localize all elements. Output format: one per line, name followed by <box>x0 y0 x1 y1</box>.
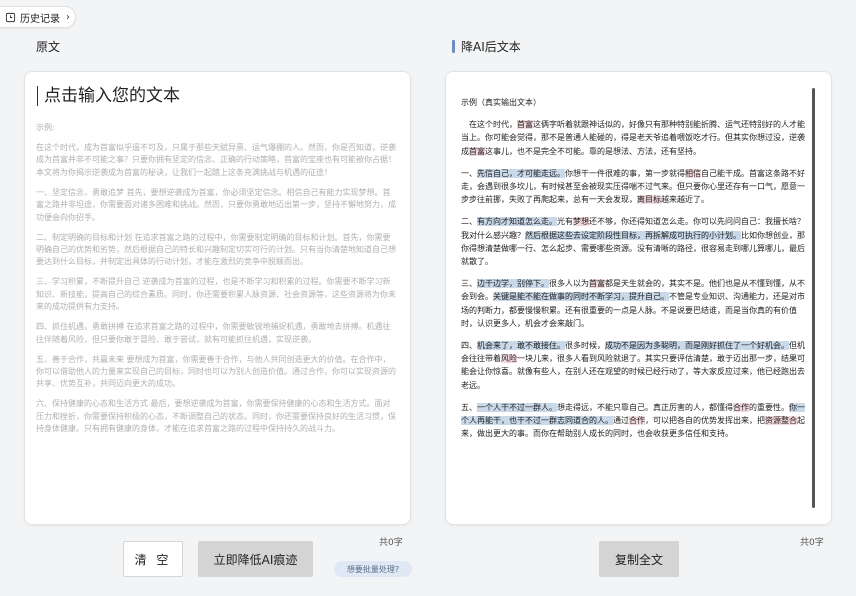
sample-paragraph: 二、制定明确的目标和计划 在追求首富之路的过程中，你需要制定明确的目标和计划。首… <box>36 232 396 267</box>
output-text: 示例（真实输出文本） 在这个时代，首富这俩字听着就跟神话似的，好像只有那种特别能… <box>461 96 811 449</box>
output-segment: 很多人以为 <box>549 279 589 289</box>
copy-all-button[interactable]: 复制全文 <box>599 541 679 577</box>
rewritten-highlight: 然后根据这些去设定阶段性目标，再拆解成可执行的小计划。 <box>525 230 741 240</box>
keyword-highlight: 首富 <box>517 120 533 130</box>
reduce-ai-button[interactable]: 立即降低AI痕迹 <box>198 541 313 577</box>
chevron-right-icon: › <box>66 11 70 23</box>
result-text-label-text: 降AI后文本 <box>461 40 521 54</box>
sample-text: 示例: 在这个时代，成为首富似乎遥不可及，只属于那些天赋异禀、运气爆棚的人。然而，… <box>36 122 398 443</box>
clear-button[interactable]: 清 空 <box>123 541 183 577</box>
sample-paragraph: 三、学习积累，不断提升自己 逆袭成为首富的过程，也是不断学习和积累的过程。你需要… <box>36 277 396 312</box>
keyword-highlight: 首富 <box>469 146 485 156</box>
output-segment: 你想干一件很难的事，第一步就得 <box>565 168 685 178</box>
input-placeholder[interactable]: 点击输入您的文本 <box>37 86 180 106</box>
output-segment: 示例（真实输出文本） <box>461 98 541 107</box>
output-paragraph: 五、一个人干不过一群人。想走得远，不能只靠自己。真正厉害的人，都懂得合作的重要性… <box>461 401 811 441</box>
output-paragraph: 四、机会来了，敢不敢接住。很多时候，成功不是因为多聪明，而是刚好抓住了一个好机会… <box>461 339 811 392</box>
sample-paragraph: 在这个时代，成为首富似乎遥不可及，只属于那些天赋异禀、运气爆棚的人。然而，你是否… <box>36 143 396 177</box>
output-paragraph: 一、先信自己，才可能走远。你想干一件很难的事，第一步就得相信自己能干成。首富这条… <box>461 167 811 207</box>
output-segment: 通过 <box>613 416 629 426</box>
input-panel[interactable]: 点击输入您的文本 示例: 在这个时代，成为首富似乎遥不可及，只属于那些天赋异禀、运… <box>24 71 411 525</box>
keyword-highlight: 资源整合 <box>765 416 797 426</box>
rewritten-highlight: 成功不是因为多聪明，而是刚好抓住了一个好机会。 <box>605 341 789 351</box>
keyword-highlight: 首富 <box>589 279 605 289</box>
history-label: 历史记录 <box>20 13 60 25</box>
rewritten-highlight: 关键是能不能在做事的同时不断学习，提升自己。 <box>493 292 669 302</box>
output-segment: 四、 <box>461 341 477 351</box>
keyword-highlight: 离目标 <box>637 195 661 205</box>
keyword-highlight: 合作 <box>629 416 645 426</box>
output-char-count: 共0字 <box>800 538 824 548</box>
rewritten-highlight: 边干边学，别停下。 <box>477 279 549 289</box>
output-paragraph: 二、有方向才知道怎么走。光有梦想还不够，你还得知道怎么走。你可以先问问自己：我擅… <box>461 215 811 268</box>
rewritten-highlight: 一个人干不过一群人。 <box>477 402 557 412</box>
output-paragraph: 示例（真实输出文本） <box>461 96 811 109</box>
sample-paragraph: 示例: <box>36 123 55 132</box>
original-text-label: 原文 <box>36 40 61 54</box>
output-segment: 这事儿，也不是完全不可能。靠的是想法、方法，还有坚持。 <box>485 146 701 156</box>
output-panel: 示例（真实输出文本） 在这个时代，首富这俩字听着就跟神话似的，好像只有那种特别能… <box>445 71 832 525</box>
output-segment: 三、 <box>461 279 477 289</box>
output-segment: 的重要性。 <box>749 402 789 412</box>
rewritten-highlight: 有方向才知道怎么走。 <box>477 217 557 227</box>
input-char-count: 共0字 <box>379 538 403 548</box>
sample-paragraph: 五、善于合作，共赢未来 要想成为首富，你需要善于合作，与他人共同创造更大的价值。… <box>36 354 396 389</box>
output-segment: 想走得远，不能只靠自己。真正厉害的人，都懂得 <box>557 402 733 412</box>
keyword-highlight: 风险 <box>501 354 517 364</box>
keyword-highlight: 相信 <box>685 168 701 178</box>
output-segment: 一、 <box>461 168 477 178</box>
batch-process-link[interactable]: 想要批量处理? <box>334 561 412 577</box>
keyword-highlight: 梦想 <box>573 217 589 227</box>
output-paragraph: 三、边干边学，别停下。很多人以为首富都是天生就会的，其实不是。他们也是从不懂到懂… <box>461 277 811 330</box>
output-segment: 越来越近了。 <box>661 195 709 205</box>
output-segment: 二、 <box>461 217 477 227</box>
rewritten-highlight: 机会来了，敢不敢接住。 <box>477 341 565 351</box>
sample-paragraph: 四、抓住机遇，勇敢拼搏 在追求首富之路的过程中，你需要敏锐地捕捉机遇，勇敢地去拼… <box>36 322 391 344</box>
output-paragraph: 在这个时代，首富这俩字听着就跟神话似的，好像只有那种特别能折腾、运气还特别好的人… <box>461 118 811 158</box>
clock-icon <box>5 12 16 22</box>
result-text-label: 降AI后文本 <box>452 38 521 55</box>
rewritten-highlight: 先信自己，才可能走远。 <box>477 168 565 178</box>
output-scrollbar[interactable] <box>812 88 815 508</box>
label-accent-bar <box>452 40 455 53</box>
keyword-highlight: 合作 <box>733 402 749 412</box>
history-button[interactable]: 历史记录 › <box>0 6 76 28</box>
output-segment: 很多时候， <box>565 341 605 351</box>
output-segment: 光有 <box>557 217 573 227</box>
sample-paragraph: 六、保持健康的心态和生活方式 最后，要想逆袭成为首富，你需要保持健康的心态和生活… <box>36 399 396 434</box>
output-segment: 五、 <box>461 402 477 412</box>
sample-paragraph: 一、坚定信念，勇敢追梦 首先，要想逆袭成为首富，你必须坚定信念。相信自己有能力实… <box>36 187 396 222</box>
output-segment: ，可以把各自的优势发挥出来，把 <box>645 416 765 426</box>
output-segment: 在这个时代， <box>461 120 517 130</box>
